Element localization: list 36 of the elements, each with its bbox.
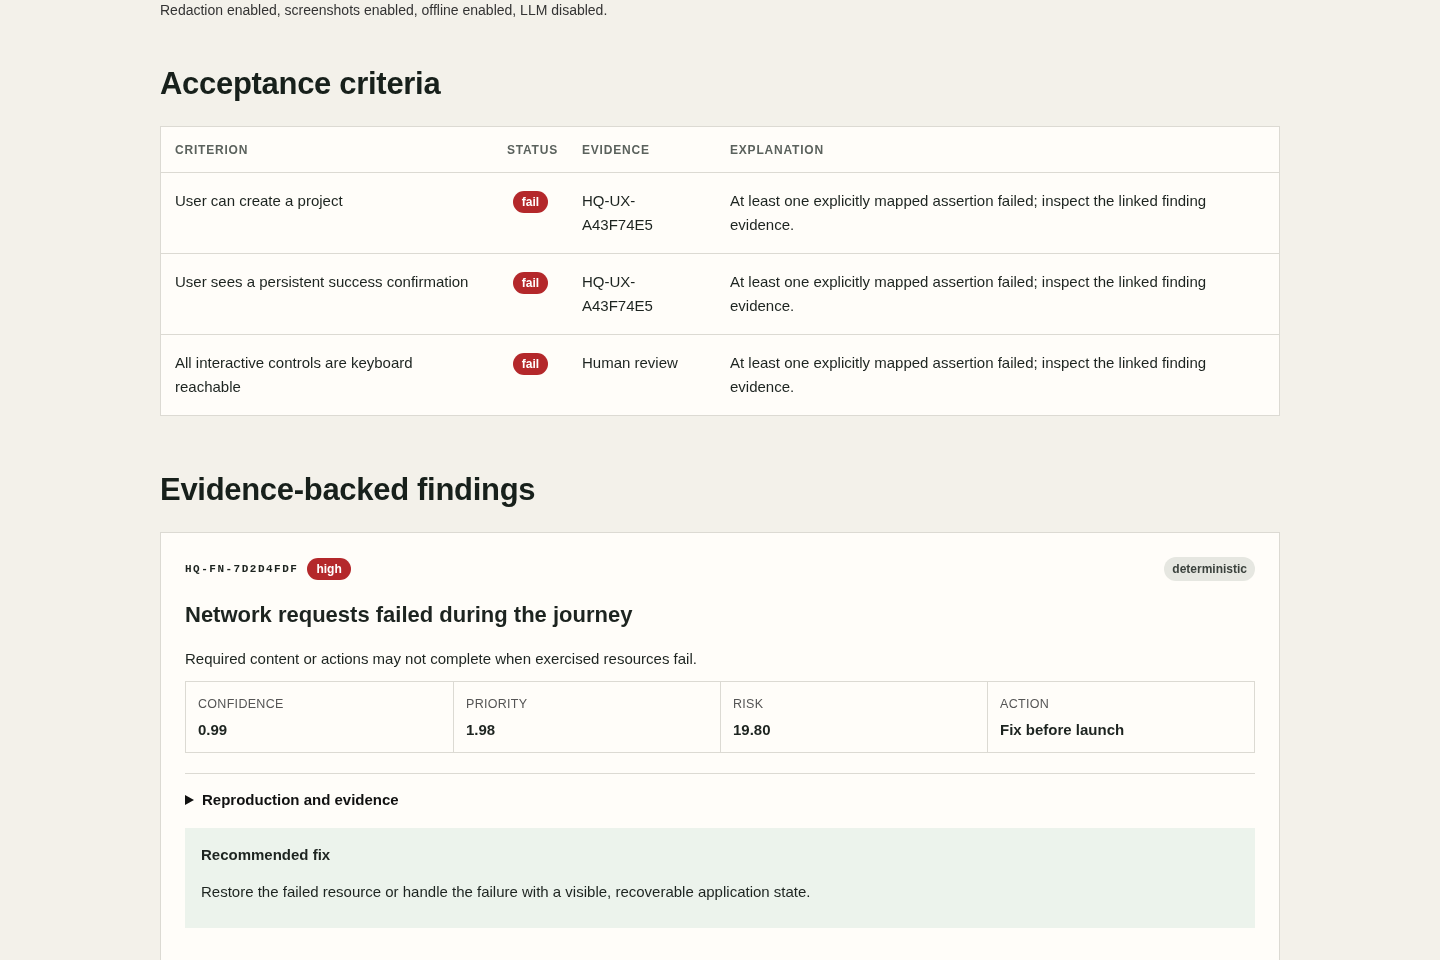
table-cell-text: All interactive controls are keyboard reachable [174, 353, 414, 397]
fix-text: Restore the failed resource or handle the failure with a visible, recoverable application state. [201, 883, 812, 900]
column-header: STATUS [506, 142, 560, 159]
table-cell-text: At least one explicitly mapped assertion failed; inspect the linked finding evidence. [729, 353, 1208, 397]
finding-id: HQ-FN-7D2D4FDF [185, 563, 299, 575]
table-cell-text: User sees a persistent success confirmation [174, 272, 470, 292]
metric-value: Fix before launch [1000, 721, 1126, 738]
table-cell-text: HQ-UX-A43F74E5 [581, 272, 654, 316]
settings-summary: Redaction enabled, screenshots enabled, offline enabled, LLM disabled. [160, 1, 609, 20]
table-cell-text: At least one explicitly mapped assertion failed; inspect the linked finding evidence. [729, 191, 1208, 235]
column-header: EVIDENCE [581, 142, 651, 159]
section-heading: Acceptance criteria [160, 66, 442, 102]
status-badge: fail [512, 272, 549, 294]
metric-label: PRIORITY [466, 697, 529, 711]
finding-title: Network requests failed during the journey [185, 602, 634, 628]
severity-badge: high [307, 558, 351, 580]
metric-value: 0.99 [198, 721, 229, 738]
status-badge: fail [512, 191, 549, 213]
table-cell-text: HQ-UX-A43F74E5 [581, 191, 654, 235]
status-badge: fail [512, 353, 549, 375]
table-cell-text: Human review [581, 353, 679, 373]
metric-value: 1.98 [466, 721, 497, 738]
section-heading: Evidence-backed findings [160, 472, 537, 508]
metric-label: CONFIDENCE [198, 697, 285, 711]
column-header: EXPLANATION [729, 142, 825, 159]
disclosure-icon [185, 794, 194, 805]
details-toggle[interactable]: Reproduction and evidence [185, 773, 1255, 820]
column-header: CRITERION [174, 142, 250, 159]
table-cell-text: User can create a project [174, 191, 344, 211]
finding-summary: Required content or actions may not complete when exercised resources fail. [185, 650, 698, 667]
metric-label: RISK [733, 697, 765, 711]
table-cell-text: At least one explicitly mapped assertion failed; inspect the linked finding evidence. [729, 272, 1208, 316]
metric-label: ACTION [1000, 697, 1051, 711]
source-badge: deterministic [1164, 557, 1255, 581]
metric-value: 19.80 [733, 721, 772, 738]
fix-heading: Recommended fix [201, 846, 332, 863]
